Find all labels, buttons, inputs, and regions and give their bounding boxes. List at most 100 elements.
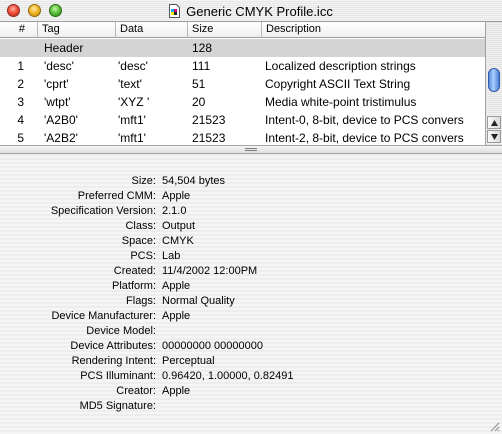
detail-value: Lab	[162, 250, 181, 262]
arrow-up-icon[interactable]	[487, 116, 501, 129]
row-size: 21523	[192, 113, 226, 127]
table-row[interactable]: 1 'desc' 'desc' 111 Localized descriptio…	[0, 57, 485, 75]
detail-label: Size:	[131, 175, 156, 187]
row-data-type: 'desc'	[118, 59, 148, 73]
profile-window: Generic CMYK Profile.icc # Tag Data Size…	[0, 0, 502, 434]
row-size: 128	[192, 41, 213, 55]
table-row[interactable]: 5 'A2B2' 'mft1' 21523 Intent-2, 8-bit, d…	[0, 129, 485, 145]
detail-value: Normal Quality	[162, 295, 235, 307]
row-size: 20	[192, 95, 206, 109]
arrow-down-icon[interactable]	[487, 130, 501, 143]
column-header-size[interactable]: Size	[188, 22, 262, 38]
detail-row: Created: 11/4/2002 12:00PM	[0, 264, 502, 279]
row-tag: 'wtpt'	[44, 95, 71, 109]
table-body: Header 128 1 'desc' 'desc' 111 Localized…	[0, 39, 485, 145]
detail-value: CMYK	[162, 235, 194, 247]
detail-label: Device Manufacturer:	[51, 310, 156, 322]
detail-label: MD5 Signature:	[79, 400, 156, 412]
row-number: 2	[17, 77, 24, 91]
row-size: 51	[192, 77, 206, 91]
row-size: 111	[192, 59, 211, 73]
row-data-type: 'XYZ '	[118, 95, 150, 109]
column-header-tag[interactable]: Tag	[38, 22, 116, 38]
title-wrap: Generic CMYK Profile.icc	[0, 0, 502, 22]
row-data-type: 'mft1'	[118, 131, 146, 145]
detail-row: PCS: Lab	[0, 249, 502, 264]
detail-label: PCS Illuminant:	[80, 370, 156, 382]
table-row[interactable]: 2 'cprt' 'text' 51 Copyright ASCII Text …	[0, 75, 485, 93]
tag-table: # Tag Data Size Description Header 128 1…	[0, 22, 502, 145]
detail-value: 0.96420, 1.00000, 0.82491	[162, 370, 294, 382]
detail-label: Rendering Intent:	[71, 355, 156, 367]
detail-value: 00000000 00000000	[162, 340, 263, 352]
resize-grip-icon[interactable]	[488, 420, 500, 432]
column-header-data[interactable]: Data	[116, 22, 188, 38]
column-header-number[interactable]: #	[0, 22, 38, 38]
pane-splitter[interactable]	[0, 145, 502, 154]
row-data-type: 'text'	[118, 77, 142, 91]
detail-row: Platform: Apple	[0, 279, 502, 294]
detail-value: Apple	[162, 190, 191, 202]
detail-label: Space:	[121, 235, 156, 247]
row-description	[265, 39, 485, 57]
detail-label: PCS:	[130, 250, 156, 262]
row-number: 3	[17, 95, 24, 109]
row-number: 4	[17, 113, 24, 127]
detail-value: Perceptual	[162, 355, 215, 367]
column-header-description[interactable]: Description	[262, 22, 485, 38]
detail-row: MD5 Signature:	[0, 399, 502, 414]
detail-row: Space: CMYK	[0, 234, 502, 249]
detail-row: Flags: Normal Quality	[0, 294, 502, 309]
document-icon	[169, 4, 181, 18]
scrollbar-thumb[interactable]	[488, 68, 500, 92]
row-tag: 'A2B2'	[44, 131, 78, 145]
row-description: Localized description strings	[265, 59, 416, 73]
row-tag: Header	[44, 41, 84, 55]
detail-label: Device Attributes:	[70, 340, 156, 352]
row-number: 5	[17, 131, 24, 145]
detail-row: Size: 54,504 bytes	[0, 174, 502, 189]
detail-value: Output	[162, 220, 196, 232]
row-description: Media white-point tristimulus	[265, 95, 417, 109]
detail-row: Class: Output	[0, 219, 502, 234]
profile-details: Size: 54,504 bytes Preferred CMM: Apple …	[0, 154, 502, 434]
detail-value: Apple	[162, 385, 191, 397]
detail-label: Created:	[113, 265, 156, 277]
detail-label: Platform:	[111, 280, 156, 292]
detail-value: 54,504 bytes	[162, 175, 225, 187]
detail-row: Device Attributes: 00000000 00000000	[0, 339, 502, 354]
splitter-grip-icon[interactable]	[245, 148, 257, 152]
row-tag: 'A2B0'	[44, 113, 78, 127]
detail-label: Preferred CMM:	[77, 190, 156, 202]
table-scrollbar[interactable]	[485, 22, 502, 145]
detail-row: Creator: Apple	[0, 384, 502, 399]
detail-label: Class:	[125, 220, 156, 232]
row-description: Intent-2, 8-bit, device to PCS convers	[265, 131, 464, 145]
row-size: 21523	[192, 131, 226, 145]
row-description: Intent-0, 8-bit, device to PCS convers	[265, 113, 464, 127]
detail-row: Device Manufacturer: Apple	[0, 309, 502, 324]
detail-row: PCS Illuminant: 0.96420, 1.00000, 0.8249…	[0, 369, 502, 384]
title-bar[interactable]: Generic CMYK Profile.icc	[0, 0, 502, 22]
detail-value: 11/4/2002 12:00PM	[162, 265, 258, 277]
row-number	[0, 39, 28, 57]
row-tag: 'cprt'	[44, 77, 69, 91]
window-title: Generic CMYK Profile.icc	[186, 3, 333, 19]
detail-row: Device Model:	[0, 324, 502, 339]
detail-label: Flags:	[126, 295, 156, 307]
detail-value: Apple	[162, 280, 191, 292]
detail-label: Specification Version:	[50, 205, 156, 217]
detail-value: 2.1.0	[162, 205, 187, 217]
table-row[interactable]: 4 'A2B0' 'mft1' 21523 Intent-0, 8-bit, d…	[0, 111, 485, 129]
detail-row: Rendering Intent: Perceptual	[0, 354, 502, 369]
table-header: # Tag Data Size Description	[0, 22, 485, 38]
row-description: Copyright ASCII Text String	[265, 77, 411, 91]
row-number: 1	[17, 59, 24, 73]
detail-row: Preferred CMM: Apple	[0, 189, 502, 204]
table-row[interactable]: 3 'wtpt' 'XYZ ' 20 Media white-point tri…	[0, 93, 485, 111]
row-data-type	[118, 39, 188, 57]
detail-label: Device Model:	[86, 325, 156, 337]
detail-row: Specification Version: 2.1.0	[0, 204, 502, 219]
detail-label: Creator:	[116, 385, 156, 397]
table-row[interactable]: Header 128	[0, 39, 485, 57]
